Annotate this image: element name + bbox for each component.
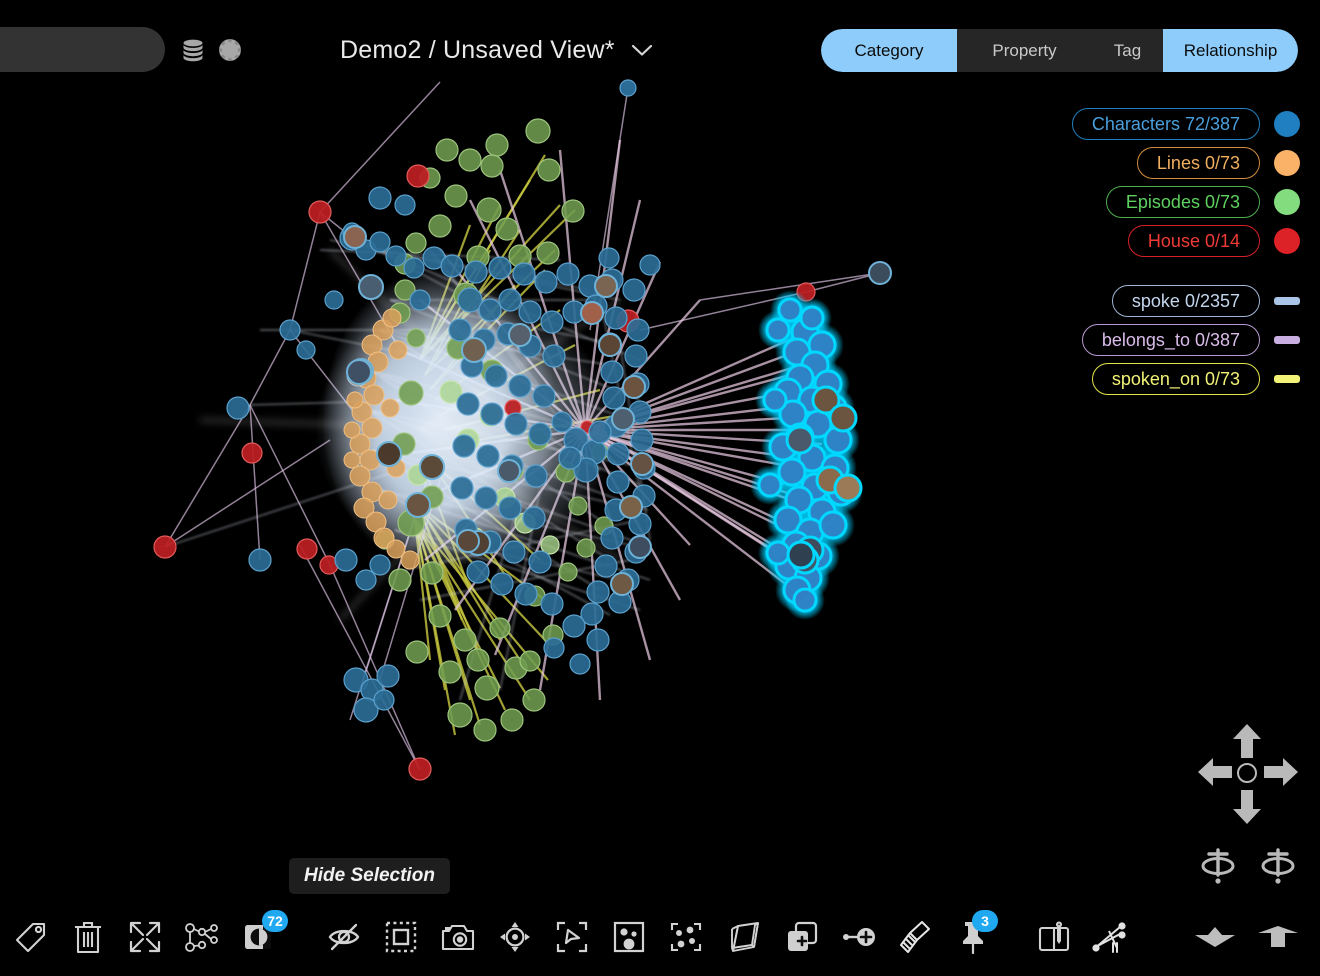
legend-pill-lines[interactable]: Lines 0/73 xyxy=(1137,147,1260,179)
legend-pill-episodes[interactable]: Episodes 0/73 xyxy=(1106,186,1260,218)
expand-icon[interactable] xyxy=(122,914,168,960)
legend-label-episodes: Episodes 0/73 xyxy=(1126,192,1240,213)
search-field[interactable] xyxy=(0,27,165,72)
mode-tabs[interactable]: Category Property Tag Relationship xyxy=(821,29,1298,72)
legend-swatch-house[interactable] xyxy=(1274,228,1300,254)
image-frame-icon[interactable] xyxy=(606,914,652,960)
legend-pill-spoken-on[interactable]: spoken_on 0/73 xyxy=(1092,363,1260,395)
hide-selection-icon[interactable]: 72 xyxy=(236,914,282,960)
legend-swatch-spoken-on[interactable] xyxy=(1274,375,1300,383)
rotate-left-icon[interactable] xyxy=(1196,845,1240,885)
legend-pill-characters[interactable]: Characters 72/387 xyxy=(1072,108,1260,140)
arrow-left-icon[interactable] xyxy=(1196,755,1234,789)
eye-slash-icon[interactable] xyxy=(321,914,367,960)
top-bar: Demo2 / Unsaved View* Category Property … xyxy=(0,0,1320,80)
select-box-icon[interactable] xyxy=(378,914,424,960)
legend-swatch-lines[interactable] xyxy=(1274,150,1300,176)
legend-panel: Characters 72/387 Lines 0/73 Episodes 0/… xyxy=(1040,108,1300,402)
view-title[interactable]: Demo2 / Unsaved View* xyxy=(340,36,653,65)
rotate-controls[interactable] xyxy=(1196,845,1300,885)
legend-pill-house[interactable]: House 0/14 xyxy=(1128,225,1260,257)
chevron-down-icon[interactable] xyxy=(631,40,653,61)
page-title: Demo2 / Unsaved View* xyxy=(340,36,615,65)
database-icon[interactable] xyxy=(178,36,208,64)
legend-item-lines[interactable]: Lines 0/73 xyxy=(1040,147,1300,179)
legend-swatch-episodes[interactable] xyxy=(1274,189,1300,215)
add-node-icon[interactable] xyxy=(836,914,882,960)
bottom-toolbar: 72 xyxy=(0,898,1320,976)
gear-icon[interactable] xyxy=(215,36,245,64)
add-panel-icon[interactable] xyxy=(779,914,825,960)
rotate-right-icon[interactable] xyxy=(1256,845,1300,885)
tab-property[interactable]: Property xyxy=(957,29,1092,72)
legend-item-characters[interactable]: Characters 72/387 xyxy=(1040,108,1300,140)
legend-item-house[interactable]: House 0/14 xyxy=(1040,225,1300,257)
tooltip: Hide Selection xyxy=(289,858,450,894)
legend-label-spoke: spoke 0/2357 xyxy=(1132,291,1240,312)
expand-up-icon[interactable] xyxy=(1255,914,1301,960)
legend-item-episodes[interactable]: Episodes 0/73 xyxy=(1040,186,1300,218)
tab-tag[interactable]: Tag xyxy=(1092,29,1163,72)
tag-icon[interactable] xyxy=(8,914,54,960)
box-3d-icon[interactable] xyxy=(722,914,768,960)
legend-item-belongs-to[interactable]: belongs_to 0/387 xyxy=(1040,324,1300,356)
arrow-down-icon[interactable] xyxy=(1230,788,1264,826)
broom-icon[interactable] xyxy=(893,914,939,960)
cluster-select-icon[interactable] xyxy=(663,914,709,960)
tooltip-text: Hide Selection xyxy=(304,865,435,886)
collapse-down-icon[interactable] xyxy=(1192,914,1238,960)
legend-pill-belongs-to[interactable]: belongs_to 0/387 xyxy=(1082,324,1260,356)
legend-label-spoken-on: spoken_on 0/73 xyxy=(1112,369,1240,390)
legend-label-lines: Lines 0/73 xyxy=(1157,153,1240,174)
app-root: Demo2 / Unsaved View* Category Property … xyxy=(0,0,1320,976)
tab-category[interactable]: Category xyxy=(821,29,957,72)
target-icon[interactable] xyxy=(492,914,538,960)
legend-label-house: House 0/14 xyxy=(1148,231,1240,252)
graph-expand-icon[interactable] xyxy=(179,914,225,960)
note-icon[interactable] xyxy=(1031,914,1077,960)
camera-icon[interactable] xyxy=(435,914,481,960)
pan-controls[interactable] xyxy=(1196,722,1300,826)
legend-swatch-spoke[interactable] xyxy=(1274,297,1300,305)
cut-edges-icon[interactable] xyxy=(1086,914,1132,960)
legend-item-spoken-on[interactable]: spoken_on 0/73 xyxy=(1040,363,1300,395)
legend-swatch-characters[interactable] xyxy=(1274,111,1300,137)
arrow-up-icon[interactable] xyxy=(1230,722,1264,760)
legend-label-characters: Characters 72/387 xyxy=(1092,114,1240,135)
pin-icon[interactable]: 3 xyxy=(950,914,996,960)
legend-swatch-belongs-to[interactable] xyxy=(1274,336,1300,344)
recenter-icon[interactable] xyxy=(1237,763,1257,783)
fit-selection-icon[interactable] xyxy=(549,914,595,960)
trash-icon[interactable] xyxy=(65,914,111,960)
arrow-right-icon[interactable] xyxy=(1262,755,1300,789)
nodes-outliers[interactable] xyxy=(620,80,636,96)
legend-item-spoke[interactable]: spoke 0/2357 xyxy=(1040,285,1300,317)
legend-pill-spoke[interactable]: spoke 0/2357 xyxy=(1112,285,1260,317)
legend-label-belongs-to: belongs_to 0/387 xyxy=(1102,330,1240,351)
tab-relationship[interactable]: Relationship xyxy=(1163,29,1298,72)
